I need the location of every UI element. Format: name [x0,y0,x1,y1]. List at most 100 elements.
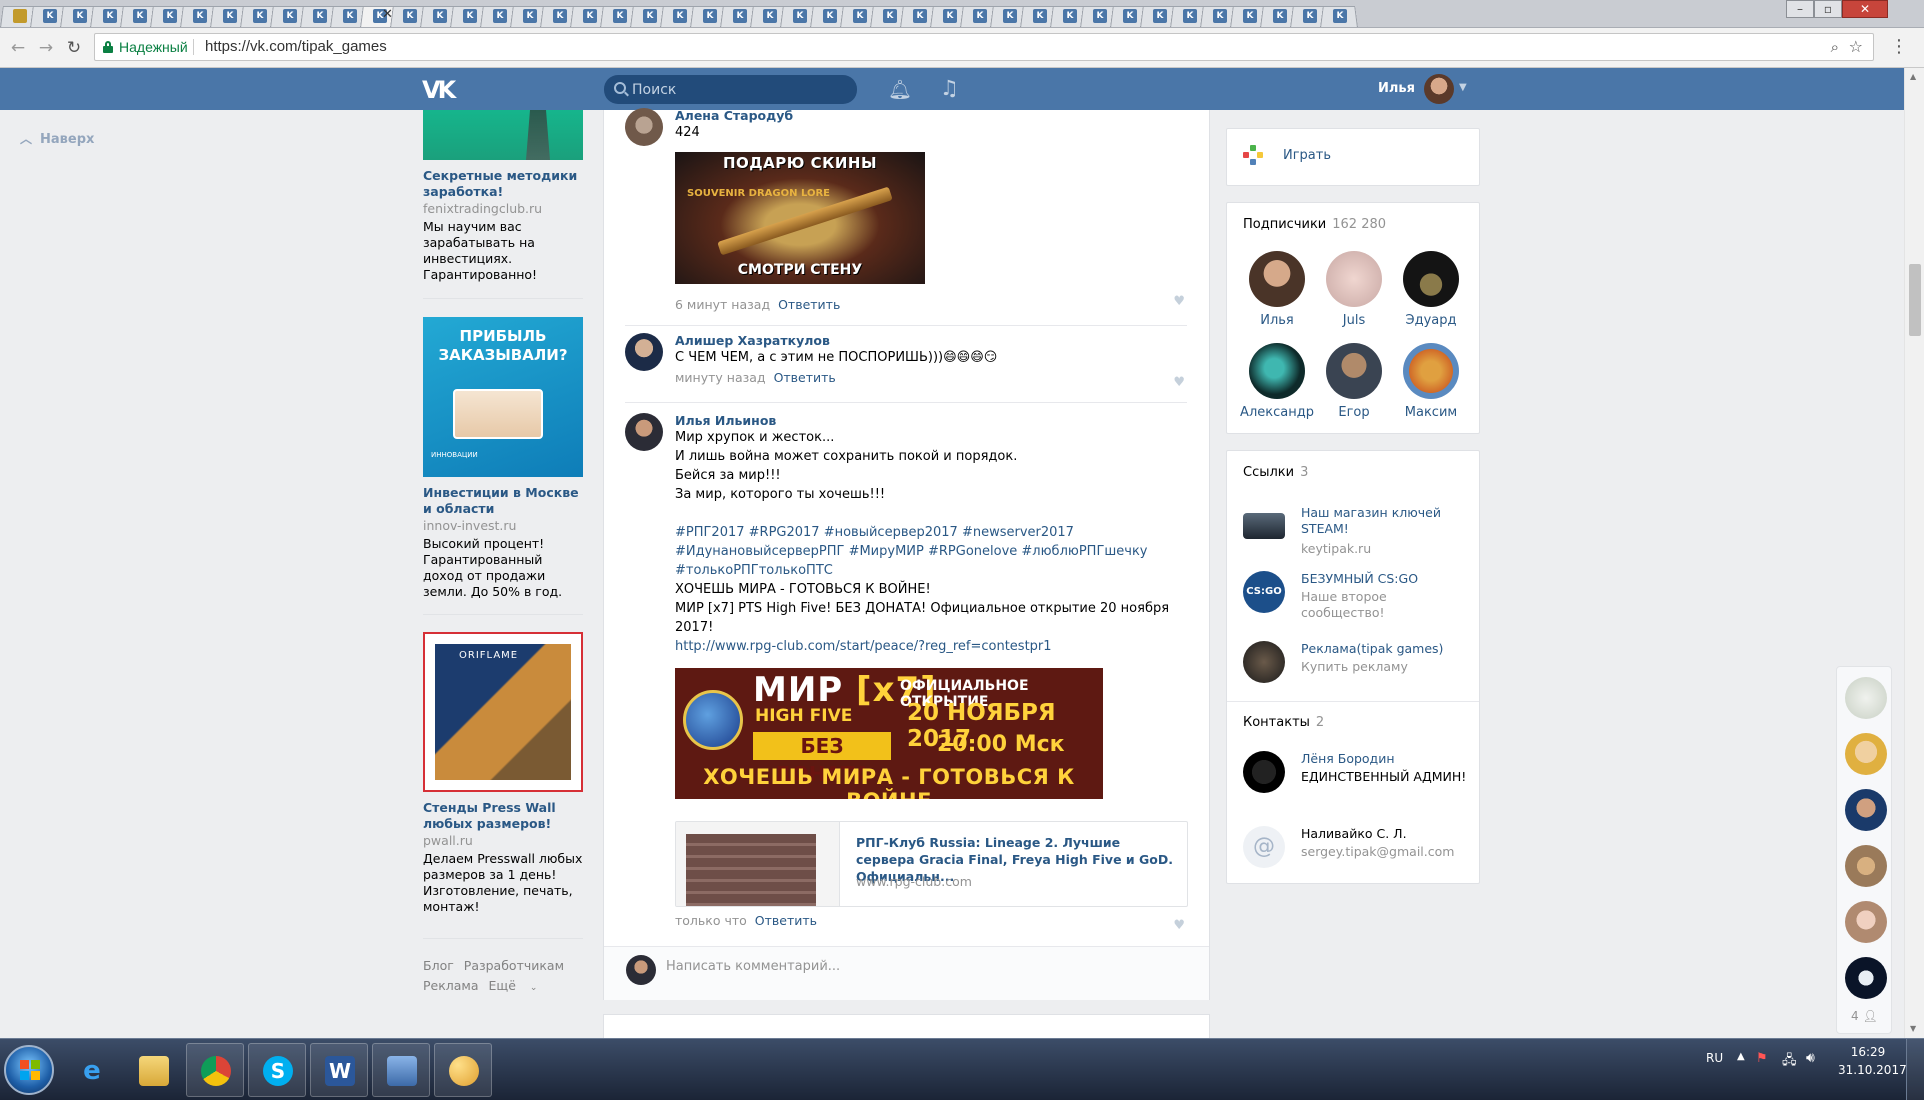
taskbar-paint[interactable] [434,1043,492,1097]
language-indicator[interactable]: RU [1706,1051,1723,1065]
chat-avatar[interactable] [1845,957,1887,999]
contact-name[interactable]: Лёня Бородин [1301,751,1471,767]
ad-title[interactable]: Инвестиции в Москве и области [423,485,583,517]
taskbar-network[interactable] [372,1043,430,1097]
subscriber-name[interactable]: Егор [1316,405,1392,420]
bell-icon[interactable]: 🔔︎ [888,78,912,101]
subscriber-name[interactable]: Александр [1239,405,1315,420]
security-label[interactable]: Надежный [119,39,188,55]
link-avatar[interactable]: CS:GO [1243,571,1285,613]
comment-image[interactable]: ПОДАРЮ СКИНЫ SOUVENIR DRAGON LORE СМОТРИ… [675,152,925,284]
subscriber[interactable]: Егор [1316,343,1392,420]
reply-link[interactable]: Ответить [778,297,840,312]
taskbar-explorer[interactable] [124,1043,182,1097]
subscriber[interactable]: Илья [1239,251,1315,328]
reply-link[interactable]: Ответить [755,913,817,928]
ad-image[interactable]: ORIFLAME [423,632,583,792]
subscriber-avatar[interactable] [1326,251,1382,307]
chat-more-count[interactable]: 4 👤︎ [1851,1009,1878,1023]
link-avatar[interactable] [1243,641,1285,683]
ad-domain[interactable]: innov-invest.ru [423,518,583,533]
subscriber-name[interactable]: Илья [1239,313,1315,328]
volume-icon[interactable]: 🔊︎ [1806,1050,1815,1066]
bookmark-star-icon[interactable]: ☆ [1849,37,1863,56]
subscribers-header[interactable]: Подписчики 162 280 [1243,217,1386,232]
comment-banner[interactable]: МИР [x7] HIGH FIVE БЕЗ ДОНАТА ОФИЦИАЛЬНО… [675,668,1103,799]
browser-tab[interactable]: K [1320,2,1358,27]
comment-avatar[interactable] [625,413,663,451]
comment-hashtags[interactable]: #РПГ2017 #RPG2017 #новыйсервер2017 #news… [675,523,1155,580]
forward-arrow-icon[interactable]: → [36,38,56,58]
comment-time[interactable]: 6 минут назад [675,297,770,312]
ad-domain[interactable]: fenixtradingclub.ru [423,201,583,216]
comment-author[interactable]: Алишер Хазраткулов [675,333,1185,348]
subscriber-name[interactable]: Juls [1316,313,1392,328]
games-label[interactable]: Играть [1283,148,1331,163]
network-icon[interactable]: 🖧︎ [1782,1051,1797,1073]
scroll-to-top-link[interactable]: ︿ Наверх [20,130,94,147]
scroll-down-arrow-icon[interactable]: ▼ [1910,1024,1916,1033]
subscriber-avatar[interactable] [1403,251,1459,307]
clock-time[interactable]: 16:29 [1838,1045,1898,1059]
footer-link-blog[interactable]: Блог [423,958,454,973]
subscriber-avatar[interactable] [1249,251,1305,307]
heart-icon[interactable]: ♥ [1173,375,1185,390]
url-text[interactable]: https://vk.com/tipak_games [205,38,387,55]
subscriber[interactable]: Juls [1316,251,1392,328]
ad-block-3[interactable]: ORIFLAME Стенды Press Wall любых размеро… [423,632,583,915]
link-item[interactable]: Реклама(tipak games) Купить рекламу [1243,641,1473,685]
ad-block-2[interactable]: ПРИБЫЛЬ ЗАКАЗЫВАЛИ? ИННОВАЦИИ Инвестиции… [423,317,583,600]
chat-avatar[interactable] [1845,789,1887,831]
clock-date[interactable]: 31.10.2017 [1838,1063,1907,1077]
browser-menu-icon[interactable]: ⋮ [1890,38,1908,56]
taskbar-skype[interactable]: S [248,1043,306,1097]
show-desktop-button[interactable] [1906,1039,1924,1100]
start-button[interactable] [4,1045,54,1095]
link-item[interactable]: CS:GO БЕЗУМНЫЙ CS:GO Наше второе сообщес… [1243,571,1473,620]
comment-avatar[interactable] [625,333,663,371]
contact-avatar[interactable] [1243,751,1285,793]
header-avatar[interactable] [1424,74,1454,104]
comment-author[interactable]: Алена Стародуб [675,108,1185,123]
banner-image[interactable]: МИР [x7] HIGH FIVE БЕЗ ДОНАТА ОФИЦИАЛЬНО… [675,668,1103,799]
subscriber-avatar[interactable] [1249,343,1305,399]
comment-input[interactable] [666,959,1166,974]
page-scrollbar[interactable]: ▲ ▼ [1904,68,1924,1038]
contact-email[interactable]: sergey.tipak@gmail.com [1301,844,1471,860]
ad-title[interactable]: Стенды Press Wall любых размеров! [423,800,583,832]
vk-logo[interactable]: VK [422,76,460,104]
contacts-header[interactable]: Контакты 2 [1243,715,1324,730]
scrollbar-thumb[interactable] [1909,264,1921,336]
header-username[interactable]: Илья [1378,81,1415,96]
comment-avatar[interactable] [625,108,663,146]
link-item-title[interactable]: БЕЗУМНЫЙ CS:GO [1301,571,1471,587]
subscriber-name[interactable]: Эдуард [1393,313,1469,328]
ad-image[interactable]: ПРИБЫЛЬ ЗАКАЗЫВАЛИ? ИННОВАЦИИ [423,317,583,477]
scroll-up-arrow-icon[interactable]: ▲ [1910,72,1916,81]
window-close-button[interactable]: ✕ [1842,0,1888,18]
tray-expand-icon[interactable]: ▲ [1737,1051,1745,1062]
chat-avatar[interactable] [1845,733,1887,775]
link-thumbnail[interactable] [676,822,840,906]
ad-image[interactable] [423,110,583,160]
subscriber-avatar[interactable] [1403,343,1459,399]
window-maximize-button[interactable]: ▫ [1814,0,1842,18]
chevron-down-icon[interactable]: ▼ [1459,82,1467,93]
taskbar-chrome[interactable] [186,1043,244,1097]
link-avatar[interactable] [1243,513,1285,539]
footer-link-ads[interactable]: Реклама [423,978,479,993]
chat-avatar[interactable] [1845,901,1887,943]
link-card[interactable]: РПГ-Клуб Russia: Lineage 2. Лучшие серве… [675,821,1188,907]
window-minimize-button[interactable]: – [1786,0,1814,18]
contact-item[interactable]: Лёня Бородин ЕДИНСТВЕННЫЙ АДМИН! [1243,751,1473,809]
link-url[interactable]: http://www.rpg-club.com/start/peace/?reg… [675,639,1052,654]
search-input[interactable] [632,75,852,104]
links-header[interactable]: Ссылки 3 [1243,465,1308,480]
zoom-icon[interactable]: ⌕ [1831,38,1839,56]
footer-link-more[interactable]: Ещё ⌄ [489,978,548,993]
address-bar[interactable]: Надежный https://vk.com/tipak_games ⌕ ☆ [94,33,1874,61]
link-preview[interactable]: РПГ-Клуб Russia: Lineage 2. Лучшие серве… [675,821,1188,907]
ad-title[interactable]: Секретные методики заработка! [423,168,583,200]
heart-icon[interactable]: ♥ [1173,294,1185,309]
ad-domain[interactable]: pwall.ru [423,833,583,848]
